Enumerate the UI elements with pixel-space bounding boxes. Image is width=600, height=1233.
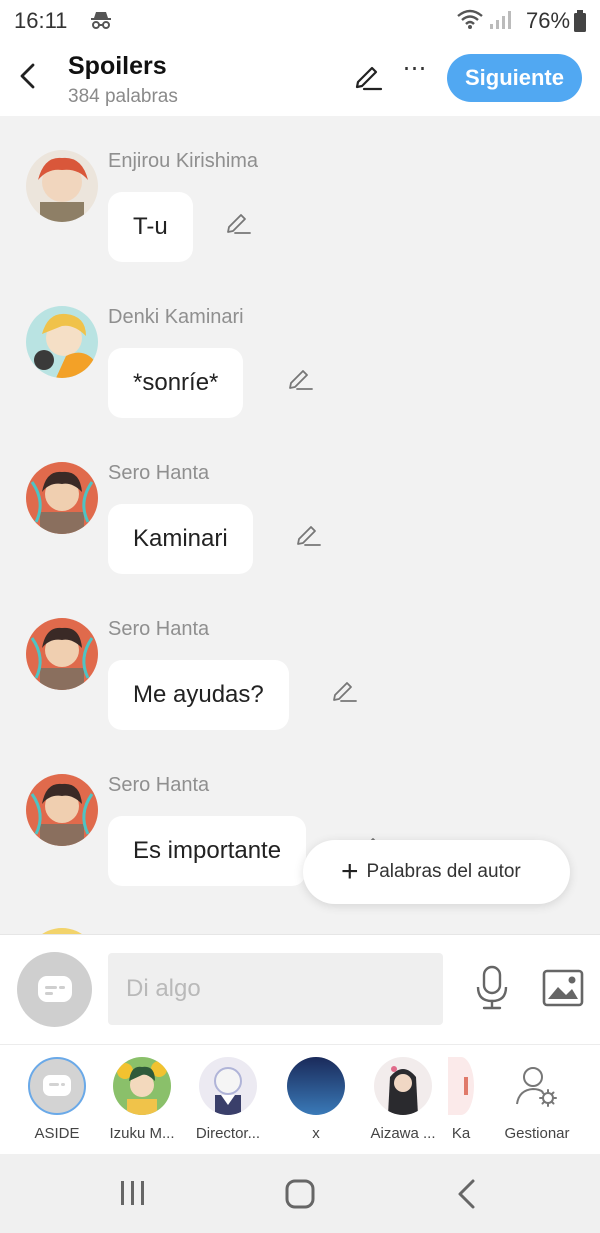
message-bubble[interactable]: *sonríe* — [108, 348, 244, 418]
home-button[interactable] — [284, 1178, 316, 1215]
message-author: Sero Hanta — [108, 774, 210, 796]
message-bubble[interactable]: T-u — [108, 192, 193, 262]
character-label: ASIDE — [34, 1125, 80, 1142]
next-button[interactable]: Siguiente — [447, 54, 582, 102]
microphone-button[interactable] — [474, 965, 510, 1016]
character-izuku[interactable]: Izuku M... — [97, 1057, 187, 1142]
character-aizawa[interactable]: Aizawa ... — [358, 1057, 448, 1142]
chevron-left-icon — [458, 1179, 475, 1209]
battery-percent: 76% — [526, 8, 571, 33]
chat-bubble-icon — [43, 1075, 71, 1096]
character-selector: ASIDE Izuku M... Director... x Aizawa ..… — [0, 1044, 600, 1154]
character-label: Director... — [195, 1125, 261, 1142]
system-back-button[interactable] — [455, 1178, 479, 1215]
edit-message-button[interactable] — [294, 520, 322, 553]
pencil-icon — [333, 682, 357, 702]
character-label: Izuku M... — [109, 1125, 175, 1142]
edit-title-button[interactable] — [352, 60, 384, 97]
message-bubble[interactable]: Me ayudas? — [108, 660, 289, 730]
character-label: Gestionar — [504, 1125, 570, 1142]
recent-apps-icon — [121, 1181, 144, 1205]
author-words-button[interactable]: + Palabras del autor — [303, 840, 570, 904]
character-x[interactable]: x — [271, 1057, 361, 1142]
battery-icon — [573, 10, 587, 37]
edit-message-button[interactable] — [286, 364, 314, 397]
input-bar — [0, 934, 600, 1044]
header: Spoilers 384 palabras ⋯ Siguiente — [0, 42, 600, 116]
home-icon — [285, 1179, 315, 1209]
page-title: Spoilers — [68, 52, 167, 80]
message-author: Enjirou Kirishima — [108, 150, 259, 172]
avatar — [28, 1057, 86, 1115]
message-item: Sero Hanta Kaminari — [0, 462, 600, 618]
avatar[interactable] — [26, 774, 98, 846]
character-director[interactable]: Director... — [183, 1057, 273, 1142]
message-author: Sero Hanta — [108, 618, 210, 640]
chevron-left-icon — [20, 63, 35, 89]
manage-characters-button[interactable]: Gestionar — [492, 1057, 582, 1142]
author-words-label: Palabras del autor — [366, 861, 521, 882]
incognito-icon — [90, 10, 112, 35]
avatar — [287, 1057, 345, 1115]
avatar — [113, 1057, 171, 1115]
signal-icon — [488, 10, 512, 35]
character-label: Aizawa ... — [370, 1125, 436, 1142]
message-bubble[interactable]: Es importante — [108, 816, 307, 886]
avatar[interactable] — [26, 306, 98, 378]
character-label: x — [312, 1125, 320, 1142]
avatar — [448, 1057, 474, 1115]
system-nav-bar — [0, 1154, 600, 1233]
avatar[interactable] — [26, 150, 98, 222]
image-button[interactable] — [542, 969, 584, 1012]
message-author: Denki Kaminari — [108, 306, 244, 328]
avatar[interactable] — [26, 462, 98, 534]
narrator-toggle-button[interactable] — [17, 952, 92, 1027]
character-aside[interactable]: ASIDE — [12, 1057, 102, 1142]
chat-bubble-icon — [37, 975, 72, 1002]
manage-icon-wrap — [508, 1057, 566, 1115]
plus-icon: + — [341, 855, 359, 888]
status-bar: 16:11 76% — [0, 0, 600, 42]
edit-message-button[interactable] — [224, 208, 252, 241]
message-bubble[interactable]: Kaminari — [108, 504, 253, 574]
status-time: 16:11 — [14, 8, 68, 33]
character-ka[interactable]: Ka — [446, 1057, 476, 1142]
edit-message-button[interactable] — [330, 676, 358, 709]
message-item: Enjirou Kirishima T-u — [0, 150, 600, 306]
pencil-icon — [297, 526, 321, 546]
recent-apps-button[interactable] — [118, 1178, 148, 1213]
message-item: Denki Kaminari *sonríe* — [0, 306, 600, 462]
chat-area[interactable]: Enjirou Kirishima T-u Denki Kaminari *so… — [0, 116, 600, 934]
pencil-icon — [227, 214, 251, 234]
message-author: Sero Hanta — [108, 462, 210, 484]
microphone-icon — [476, 965, 508, 1010]
back-button[interactable] — [12, 58, 42, 94]
pencil-icon — [355, 66, 383, 91]
avatar — [199, 1057, 257, 1115]
image-icon — [542, 969, 584, 1007]
message-input[interactable] — [108, 953, 443, 1025]
message-item: Sero Hanta Me ayudas? — [0, 618, 600, 774]
character-label: Ka — [451, 1125, 471, 1142]
user-settings-icon — [516, 1067, 557, 1107]
avatar[interactable] — [26, 618, 98, 690]
avatar — [374, 1057, 432, 1115]
more-options-button[interactable]: ⋯ — [400, 57, 428, 88]
word-count: 384 palabras — [68, 86, 178, 107]
pencil-icon — [289, 370, 313, 390]
wifi-icon — [456, 8, 484, 35]
